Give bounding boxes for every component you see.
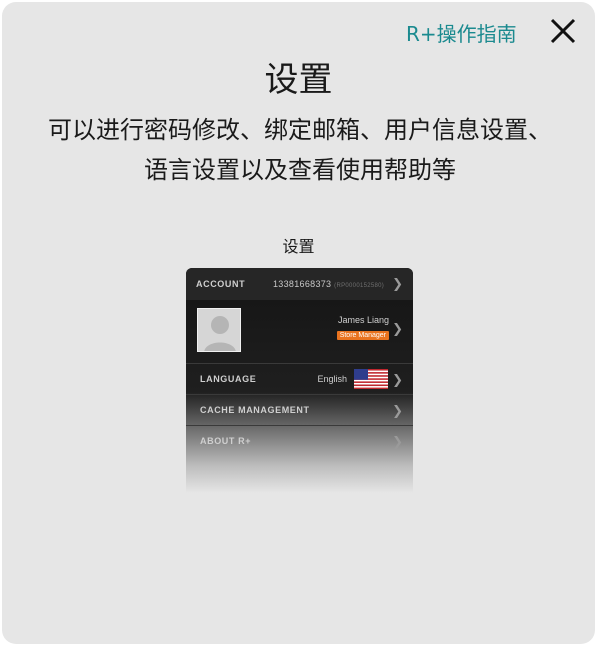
- avatar: [197, 308, 241, 352]
- language-row: LANGUAGE English ❯: [186, 364, 413, 394]
- description-text: 可以进行密码修改、绑定邮箱、用户信息设置、语言设置以及查看使用帮助等: [48, 116, 552, 184]
- chevron-right-icon: ❯: [392, 321, 403, 336]
- language-value: English: [317, 374, 347, 384]
- settings-preview-screenshot: ACCOUNT 13381668373 (RP0000152580) ❯ Jam…: [186, 268, 413, 493]
- account-phone: 13381668373 (RP0000152580): [273, 279, 385, 289]
- account-label: ACCOUNT: [196, 279, 246, 289]
- cache-management-row: CACHE MANAGEMENT ❯: [186, 395, 413, 425]
- chevron-right-icon: ❯: [392, 276, 403, 291]
- preview-caption: 设置: [282, 237, 315, 256]
- page-title: 设置: [264, 60, 333, 100]
- role-badge: Store Manager: [336, 331, 389, 340]
- profile-name: James Liang: [337, 315, 389, 325]
- chevron-right-icon: ❯: [392, 434, 403, 449]
- about-label: ABOUT R+: [200, 436, 252, 446]
- cache-management-label: CACHE MANAGEMENT: [200, 405, 310, 415]
- close-button[interactable]: [546, 14, 580, 48]
- about-row: ABOUT R+ ❯: [186, 426, 413, 456]
- account-id: (RP0000152580): [334, 283, 385, 289]
- close-icon: [550, 18, 576, 44]
- profile-row: James Liang Store Manager ❯: [186, 301, 413, 363]
- language-label: LANGUAGE: [200, 374, 257, 384]
- user-placeholder-icon: [198, 309, 240, 351]
- operation-guide-link[interactable]: R+操作指南: [406, 18, 517, 47]
- chevron-right-icon: ❯: [392, 372, 403, 387]
- account-row: ACCOUNT 13381668373 (RP0000152580) ❯: [186, 268, 413, 300]
- chevron-right-icon: ❯: [392, 403, 403, 418]
- us-flag-icon: [354, 369, 388, 389]
